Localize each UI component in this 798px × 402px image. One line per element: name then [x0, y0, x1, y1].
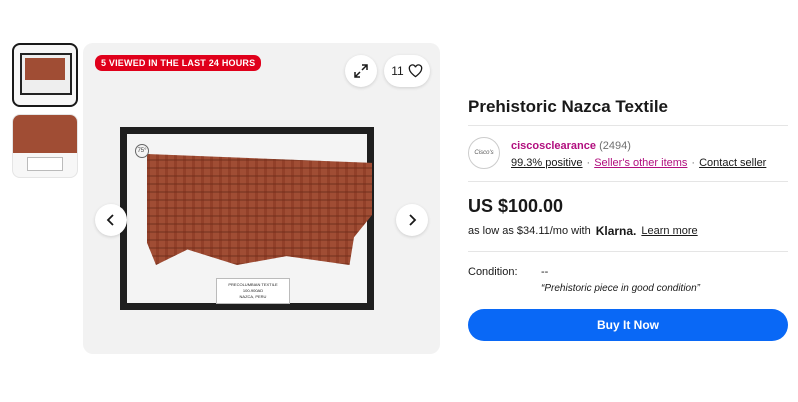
klarna-logo: Klarna.: [595, 224, 637, 238]
separator-dot: ·: [586, 157, 591, 169]
heart-icon: [408, 64, 423, 78]
condition-note: “Prehistoric piece in good condition”: [541, 283, 700, 294]
contact-seller-link[interactable]: Contact seller: [699, 157, 766, 169]
seller-name-link[interactable]: ciscosclearance: [511, 140, 596, 152]
chevron-left-icon: [106, 214, 114, 226]
seller-other-items-link[interactable]: Seller's other items: [594, 157, 687, 169]
expand-icon: [354, 64, 368, 78]
positive-feedback-link[interactable]: 99.3% positive: [511, 157, 583, 169]
seller-avatar[interactable]: Cisco's: [468, 137, 500, 169]
chevron-right-icon: [409, 214, 417, 226]
divider: [468, 125, 788, 126]
thumbnail-2-image: [13, 115, 77, 177]
separator-dot: ·: [691, 157, 696, 169]
product-image: 75° PRECOLUMBIAN TEXTILE 100-900AD NAZCA…: [120, 127, 374, 310]
watch-button[interactable]: 11: [384, 55, 430, 87]
price: US $100.00: [468, 196, 564, 216]
specimen-card: PRECOLUMBIAN TEXTILE 100-900AD NAZCA, PE…: [216, 278, 290, 304]
buy-it-now-button[interactable]: Buy It Now: [468, 309, 788, 341]
next-image-button[interactable]: [396, 204, 428, 236]
quote-close: ”: [696, 283, 701, 294]
viewed-badge: 5 VIEWED IN THE LAST 24 HOURS: [95, 55, 262, 71]
expand-button[interactable]: [345, 55, 377, 87]
thumbnail-1[interactable]: [12, 43, 78, 107]
installment-text: as low as $34.11/mo with: [468, 225, 591, 237]
seller-feedback-count: (2494): [599, 140, 631, 152]
condition-label: Condition:: [468, 266, 518, 278]
thumbnail-2[interactable]: [12, 114, 78, 178]
textile-image: [147, 154, 372, 265]
seller-links: 99.3% positive · Seller's other items · …: [511, 157, 766, 169]
condition-note-text: Prehistoric piece in good condition: [544, 283, 697, 294]
previous-image-button[interactable]: [95, 204, 127, 236]
learn-more-link[interactable]: Learn more: [641, 225, 697, 237]
listing-title: Prehistoric Nazca Textile: [468, 97, 668, 116]
watch-count: 11: [391, 64, 404, 78]
divider: [468, 251, 788, 252]
seller-info: ciscosclearance (2494): [511, 140, 631, 152]
thumbnail-1-image: [14, 45, 76, 105]
divider: [468, 181, 788, 182]
condition-value: --: [541, 266, 549, 278]
installment-info: as low as $34.11/mo with Klarna. Learn m…: [468, 224, 698, 238]
main-image-gallery: 5 VIEWED IN THE LAST 24 HOURS 11 75° PRE…: [83, 43, 440, 354]
card-line-3: NAZCA, PERU: [239, 294, 267, 299]
seal-stamp: 75°: [135, 144, 149, 158]
